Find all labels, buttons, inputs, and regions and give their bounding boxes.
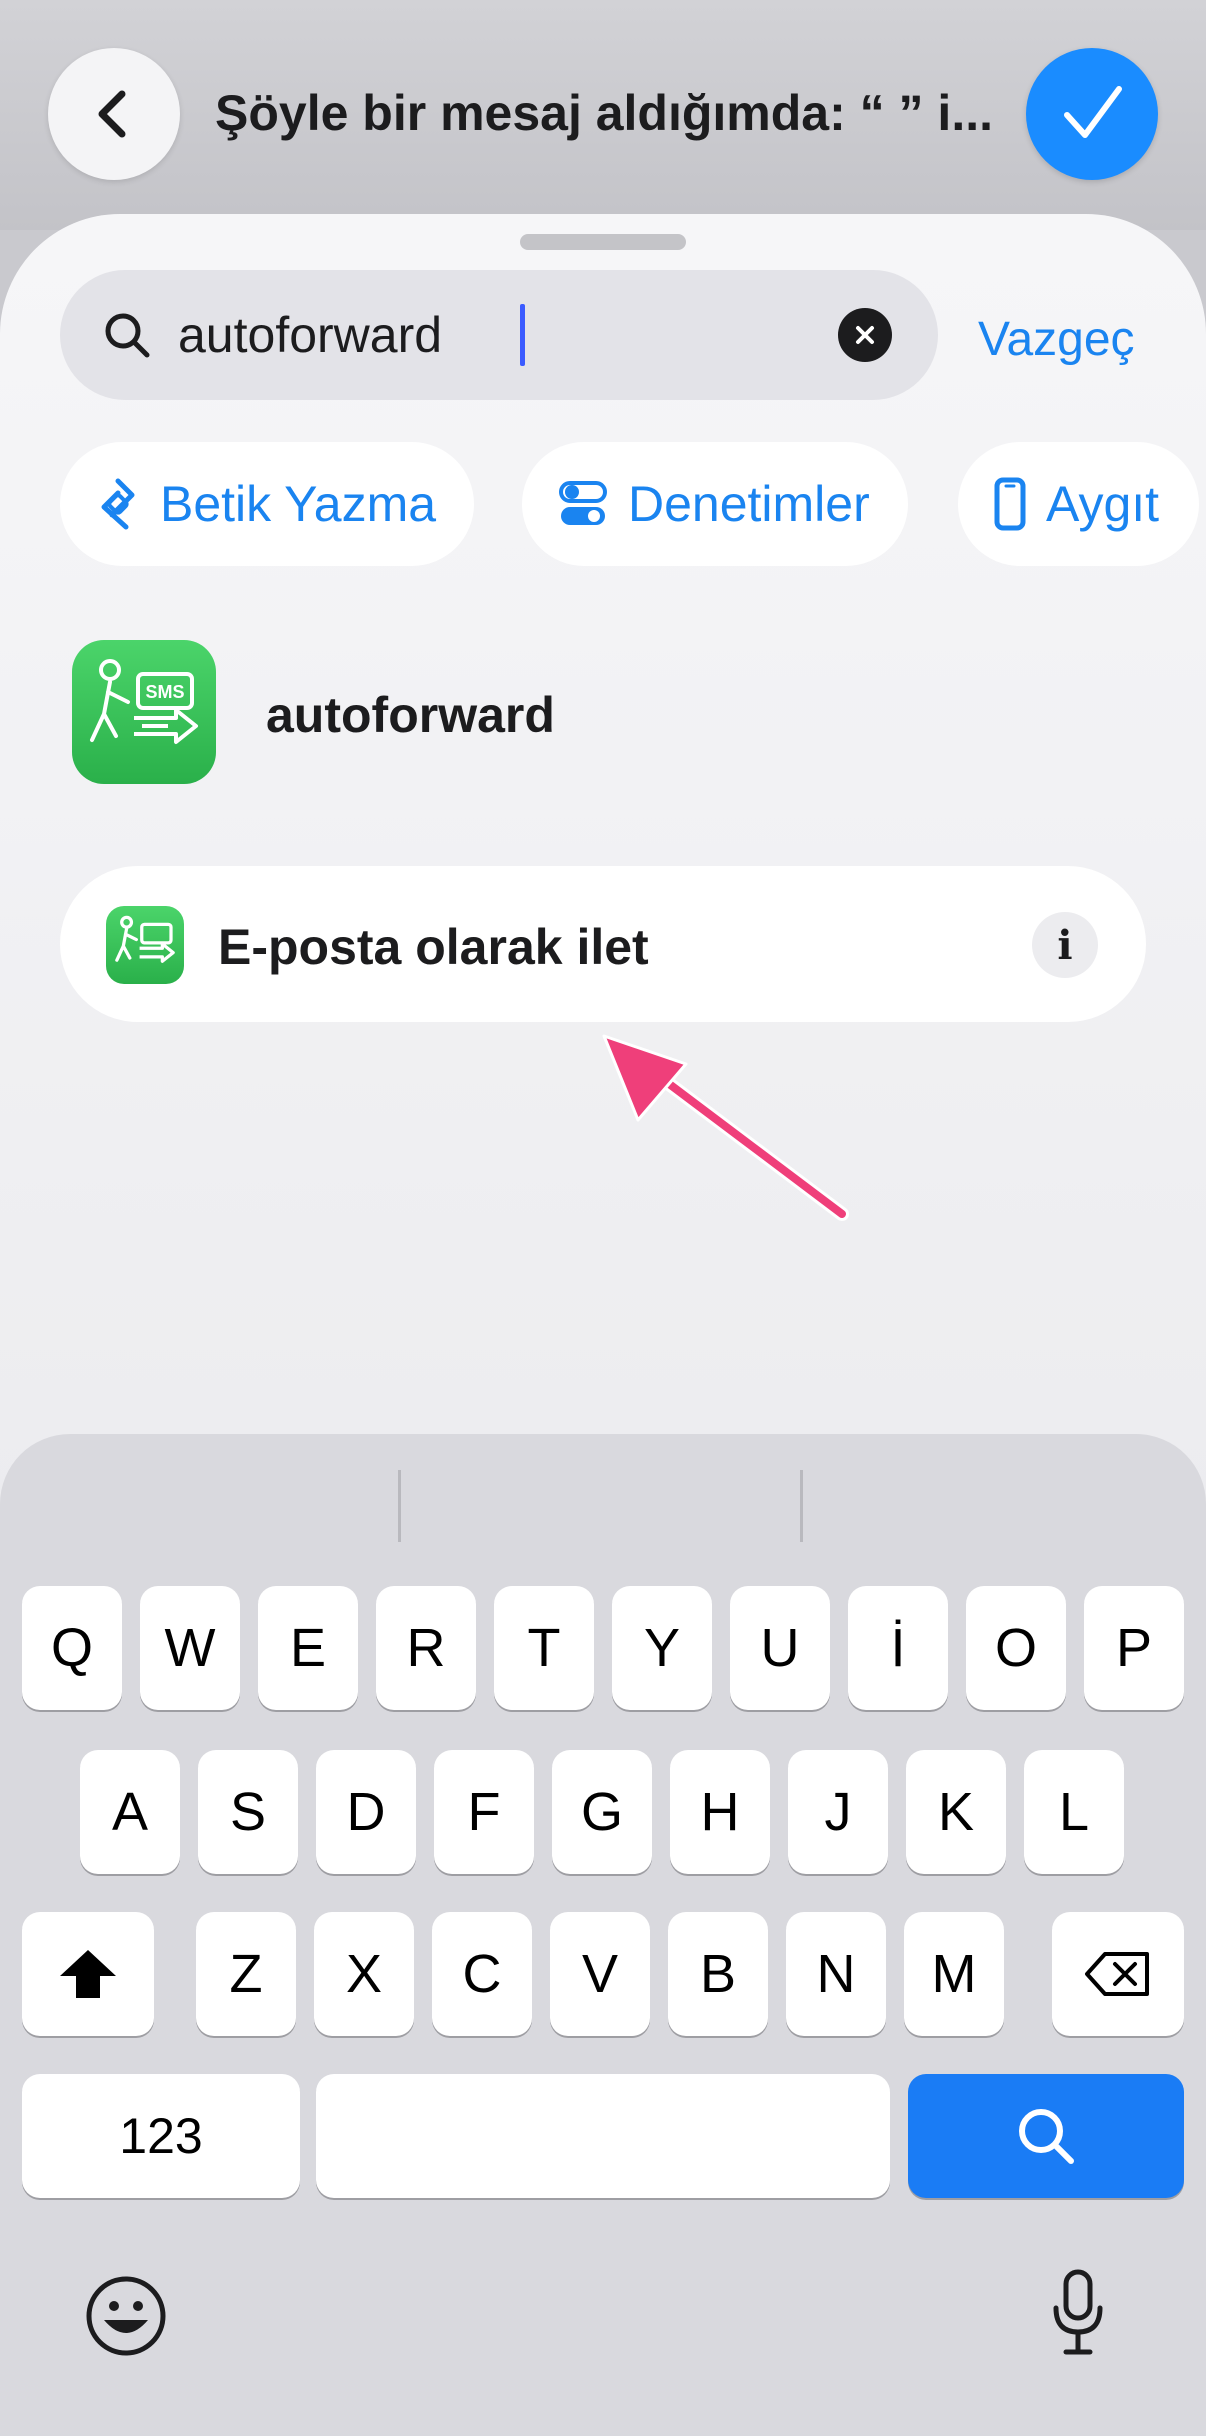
key[interactable]: H (670, 1750, 770, 1874)
shift-icon (60, 1950, 116, 1998)
scripting-icon (101, 478, 135, 530)
chip-device[interactable]: Aygıt (958, 442, 1200, 566)
key[interactable]: T (494, 1586, 594, 1710)
key[interactable]: U (730, 1586, 830, 1710)
key[interactable]: X (314, 1912, 414, 2036)
sheet-grabber[interactable] (520, 234, 686, 250)
key[interactable]: O (966, 1586, 1066, 1710)
chip-label: Aygıt (1046, 476, 1160, 532)
app-name: autoforward (266, 687, 555, 743)
key[interactable]: P (1084, 1586, 1184, 1710)
key[interactable]: L (1024, 1750, 1124, 1874)
text-caret (520, 304, 525, 366)
key[interactable]: J (788, 1750, 888, 1874)
key[interactable]: G (552, 1750, 652, 1874)
chip-label: Denetimler (628, 476, 870, 532)
key[interactable]: A (80, 1750, 180, 1874)
key[interactable]: İ (848, 1586, 948, 1710)
chip-label: Betik Yazma (160, 476, 437, 532)
key[interactable]: D (316, 1750, 416, 1874)
annotation-arrow-icon (602, 1034, 849, 1221)
key[interactable]: Z (196, 1912, 296, 2036)
autoforward-app-icon: SMS (72, 640, 216, 784)
app-icon-text: SMS (145, 682, 184, 702)
microphone-icon[interactable] (1048, 2268, 1108, 2358)
search-key[interactable] (908, 2074, 1184, 2198)
close-icon (856, 326, 874, 344)
chevron-left-icon (98, 90, 126, 138)
key[interactable]: R (376, 1586, 476, 1710)
suggestion-divider (398, 1470, 401, 1542)
app-result-row[interactable]: SMS autoforward (72, 640, 1072, 784)
search-input[interactable] (178, 300, 878, 370)
autoforward-action-icon (106, 906, 184, 984)
backspace-icon (1085, 1952, 1149, 1996)
search-icon (1019, 2109, 1074, 2164)
search-field[interactable] (60, 270, 938, 400)
action-forward-as-email[interactable]: E-posta olarak ilet i (60, 866, 1146, 1022)
suggestion-divider (800, 1470, 803, 1542)
clear-search-button[interactable] (838, 308, 892, 362)
info-button[interactable]: i (1032, 912, 1098, 978)
header-title: Şöyle bir mesaj aldığımda: “ ” i... (215, 85, 994, 141)
key[interactable]: Q (22, 1586, 122, 1710)
chip-scripting[interactable]: Betik Yazma (60, 442, 475, 566)
key[interactable]: N (786, 1912, 886, 2036)
space-key[interactable] (316, 2074, 890, 2198)
shift-key[interactable] (22, 1912, 154, 2036)
cancel-button[interactable]: Vazgeç (978, 312, 1135, 367)
search-icon (105, 313, 150, 358)
checkmark-icon (1064, 86, 1122, 138)
key[interactable]: F (434, 1750, 534, 1874)
phone-device-icon (994, 477, 1026, 531)
keyboard: Q W E R T Y U İ O P A S D F G H J K L Z … (0, 1434, 1206, 2436)
delete-key[interactable] (1052, 1912, 1184, 2036)
key[interactable]: E (258, 1586, 358, 1710)
emoji-icon[interactable] (84, 2274, 168, 2358)
key[interactable]: V (550, 1912, 650, 2036)
numbers-key[interactable]: 123 (22, 2074, 300, 2198)
key[interactable]: Y (612, 1586, 712, 1710)
key[interactable]: K (906, 1750, 1006, 1874)
key[interactable]: S (198, 1750, 298, 1874)
navigation-header: Şöyle bir mesaj aldığımda: “ ” i... (0, 0, 1206, 230)
back-button[interactable] (48, 48, 180, 180)
done-button[interactable] (1026, 48, 1158, 180)
key[interactable]: M (904, 1912, 1004, 2036)
key[interactable]: C (432, 1912, 532, 2036)
key[interactable]: W (140, 1586, 240, 1710)
controls-toggle-icon (559, 481, 607, 525)
chip-controls[interactable]: Denetimler (522, 442, 908, 566)
key[interactable]: B (668, 1912, 768, 2036)
action-label: E-posta olarak ilet (218, 919, 649, 975)
